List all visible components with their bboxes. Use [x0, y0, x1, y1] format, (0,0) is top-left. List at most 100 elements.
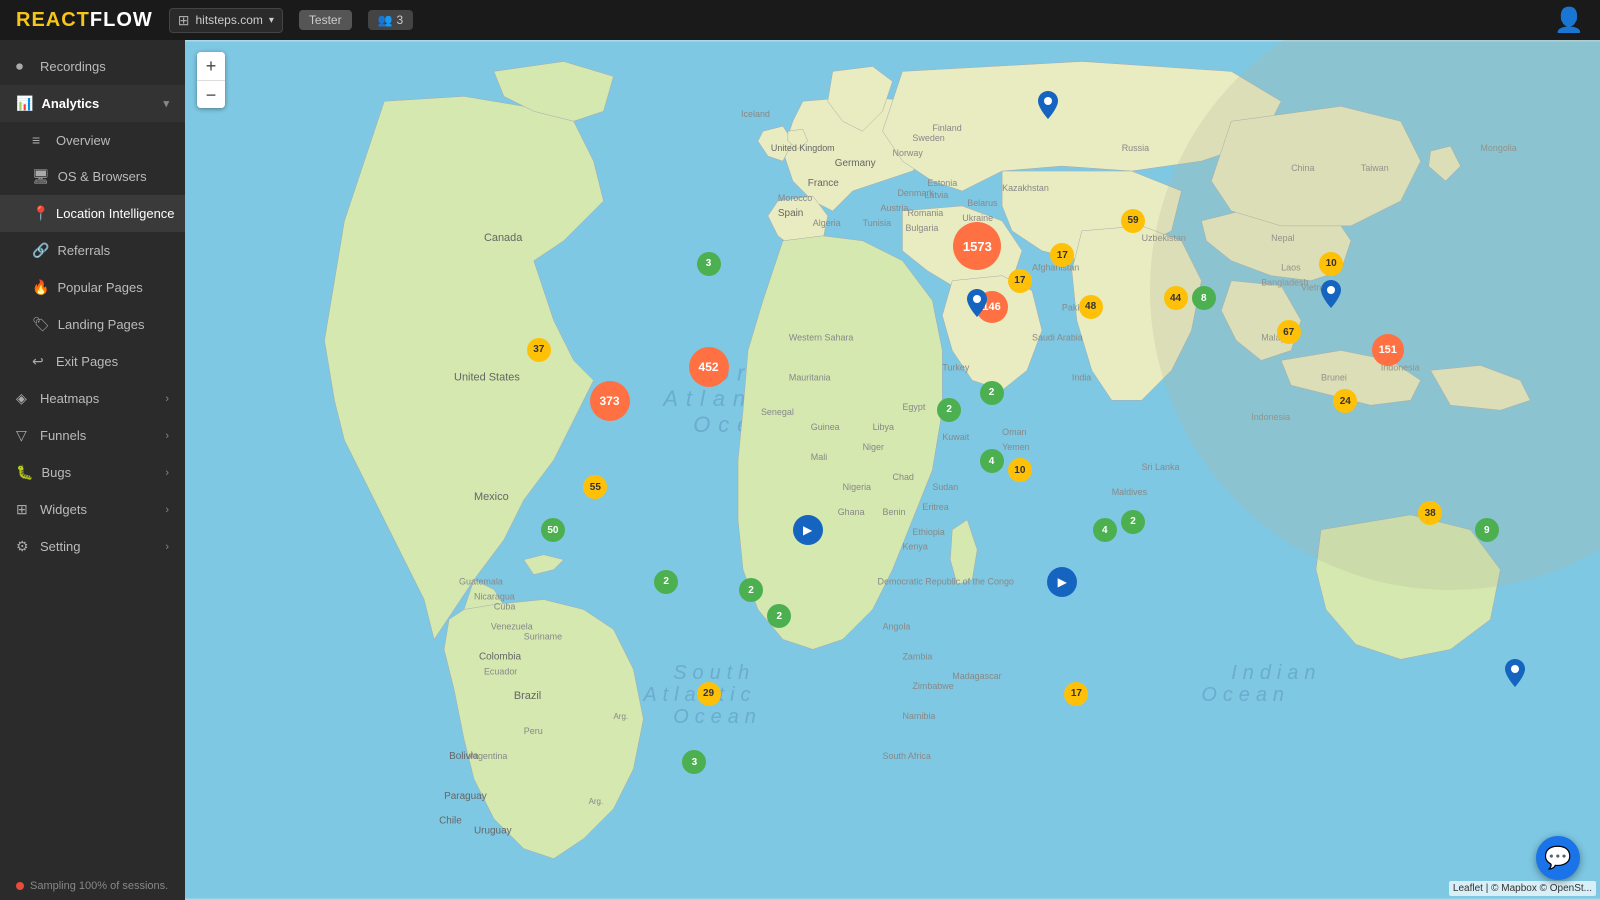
avatar-icon[interactable]: 👤	[1554, 7, 1584, 34]
marker-argentina[interactable]: 3	[682, 750, 706, 774]
svg-text:Sweden: Sweden	[912, 133, 944, 143]
marker-colombia[interactable]: 2	[654, 570, 678, 594]
sidebar-item-landing-pages[interactable]: 🏷 Landing Pages	[0, 306, 185, 343]
sampling-label: Sampling 100% of sessions.	[30, 880, 168, 892]
funnels-icon: ▽	[16, 427, 32, 444]
header-right: 👤	[1554, 6, 1584, 35]
marker-india[interactable]: 151	[1372, 334, 1404, 366]
svg-text:Democratic Republic of the Con: Democratic Republic of the Congo	[878, 577, 1014, 587]
svg-text:Cuba: Cuba	[494, 602, 515, 612]
play-marker-africa_play[interactable]: ▶	[1047, 567, 1077, 597]
referrals-label: Referrals	[57, 243, 110, 258]
marker-kenya[interactable]: 2	[1121, 510, 1145, 534]
chat-button[interactable]: 💬	[1536, 836, 1580, 880]
svg-text:Iceland: Iceland	[741, 109, 770, 119]
setting-chevron: ›	[165, 541, 169, 553]
svg-text:Spain: Spain	[778, 208, 803, 219]
os-browsers-label: OS & Browsers	[58, 169, 147, 184]
svg-text:Guatemala: Guatemala	[459, 577, 503, 587]
sidebar-item-analytics[interactable]: 📊 Analytics ▾	[0, 85, 185, 122]
sidebar-item-location[interactable]: 📍 Location Intelligence	[0, 195, 185, 232]
marker-france[interactable]: 17	[1008, 269, 1032, 293]
sidebar-item-setting[interactable]: ⚙ Setting ›	[0, 528, 185, 565]
marker-africa_s[interactable]: 17	[1064, 682, 1088, 706]
users-icon: 👥	[378, 13, 393, 27]
marker-turkey[interactable]: 44	[1164, 286, 1188, 310]
sidebar: ⏺ Recordings 📊 Analytics ▾ ≡ Overview 🖥 …	[0, 40, 185, 900]
marker-brazil2[interactable]: 2	[739, 578, 763, 602]
svg-text:Arg.: Arg.	[613, 712, 628, 721]
marker-nigeria[interactable]: 10	[1008, 458, 1032, 482]
site-selector[interactable]: ⊞ hitsteps.com ▾	[169, 8, 283, 33]
sidebar-item-heatmaps[interactable]: ◈ Heatmaps ›	[0, 380, 185, 417]
sidebar-item-funnels[interactable]: ▽ Funnels ›	[0, 417, 185, 454]
sidebar-item-overview[interactable]: ≡ Overview	[0, 122, 185, 158]
marker-congo[interactable]: 4	[1093, 518, 1117, 542]
tester-badge: Tester	[299, 10, 352, 30]
marker-ghana[interactable]: 4	[980, 449, 1004, 473]
svg-text:Colombia: Colombia	[479, 651, 522, 662]
svg-text:Saudi Arabia: Saudi Arabia	[1032, 332, 1083, 342]
setting-icon: ⚙	[16, 538, 32, 555]
sidebar-item-popular-pages[interactable]: 🔥 Popular Pages	[0, 269, 185, 306]
marker-germany[interactable]: 17	[1050, 243, 1074, 267]
sidebar-item-widgets[interactable]: ⊞ Widgets ›	[0, 491, 185, 528]
marker-srilanka[interactable]: 24	[1333, 389, 1357, 413]
map-container[interactable]: North Atlantic Ocean South Atlantic Ocea…	[185, 40, 1600, 900]
logo[interactable]: REACTFLOW	[16, 9, 153, 32]
play-marker-caribbean_play[interactable]: ▶	[793, 515, 823, 545]
marker-china[interactable]: 10	[1319, 252, 1343, 276]
marker-ukraine[interactable]: 59	[1121, 209, 1145, 233]
marker-russia[interactable]: 8	[1192, 286, 1216, 310]
sidebar-item-recordings[interactable]: ⏺ Recordings	[0, 48, 185, 85]
blue-pin-australia_pin[interactable]	[1505, 659, 1525, 694]
bugs-label: Bugs	[41, 465, 71, 480]
svg-text:Mexico: Mexico	[474, 491, 509, 503]
svg-text:Chad: Chad	[893, 472, 914, 482]
sidebar-item-referrals[interactable]: 🔗 Referrals	[0, 232, 185, 269]
marker-chile[interactable]: 29	[697, 682, 721, 706]
marker-malaysia[interactable]: 38	[1418, 501, 1442, 525]
marker-greece[interactable]: 48	[1079, 295, 1103, 319]
sampling-dot	[16, 882, 24, 890]
svg-text:Ghana: Ghana	[838, 507, 865, 517]
zoom-out-button[interactable]: −	[197, 80, 225, 108]
marker-us3[interactable]: 37	[527, 338, 551, 362]
users-badge[interactable]: 👥 3	[368, 10, 414, 30]
funnels-chevron: ›	[165, 430, 169, 442]
marker-mauritania[interactable]: 2	[980, 381, 1004, 405]
svg-text:Yemen: Yemen	[1002, 442, 1030, 452]
sidebar-item-exit-pages[interactable]: ↩ Exit Pages	[0, 343, 185, 380]
marker-us[interactable]: 373	[590, 381, 630, 421]
site-dropdown-icon: ▾	[269, 15, 274, 26]
svg-text:Ocean: Ocean	[1201, 684, 1290, 706]
svg-text:Tunisia: Tunisia	[863, 218, 892, 228]
svg-text:Turkey: Turkey	[942, 362, 970, 372]
marker-mexico[interactable]: 55	[583, 475, 607, 499]
sidebar-item-os-browsers[interactable]: 🖥 OS & Browsers	[0, 158, 185, 195]
marker-us2[interactable]: 452	[689, 347, 729, 387]
blue-pin-india_pin2[interactable]	[1321, 280, 1341, 315]
location-icon: 📍	[32, 205, 48, 222]
svg-text:Uzbekistan: Uzbekistan	[1142, 233, 1186, 243]
marker-canada[interactable]: 3	[697, 252, 721, 276]
marker-mexico2[interactable]: 50	[541, 518, 565, 542]
marker-uk[interactable]: 1573	[953, 222, 1001, 270]
marker-indonesia[interactable]: 9	[1475, 518, 1499, 542]
svg-text:Zimbabwe: Zimbabwe	[912, 681, 953, 691]
svg-text:Romania: Romania	[907, 208, 943, 218]
svg-text:United States: United States	[454, 371, 520, 383]
marker-brazil[interactable]: 2	[767, 604, 791, 628]
marker-senegal[interactable]: 2	[937, 398, 961, 422]
svg-text:Uruguay: Uruguay	[474, 826, 512, 837]
zoom-in-button[interactable]: +	[197, 52, 225, 80]
svg-text:Latvia: Latvia	[924, 190, 948, 200]
svg-text:Belarus: Belarus	[967, 198, 998, 208]
os-icon: 🖥	[32, 168, 50, 185]
marker-pakistan[interactable]: 67	[1277, 320, 1301, 344]
logo-flow: FLOW	[90, 9, 153, 31]
blue-pin-morocco_pin[interactable]	[967, 289, 987, 324]
sidebar-item-bugs[interactable]: 🐛 Bugs ›	[0, 454, 185, 491]
svg-text:Mongolia: Mongolia	[1480, 143, 1516, 153]
blue-pin-russia_pin[interactable]	[1038, 91, 1058, 126]
